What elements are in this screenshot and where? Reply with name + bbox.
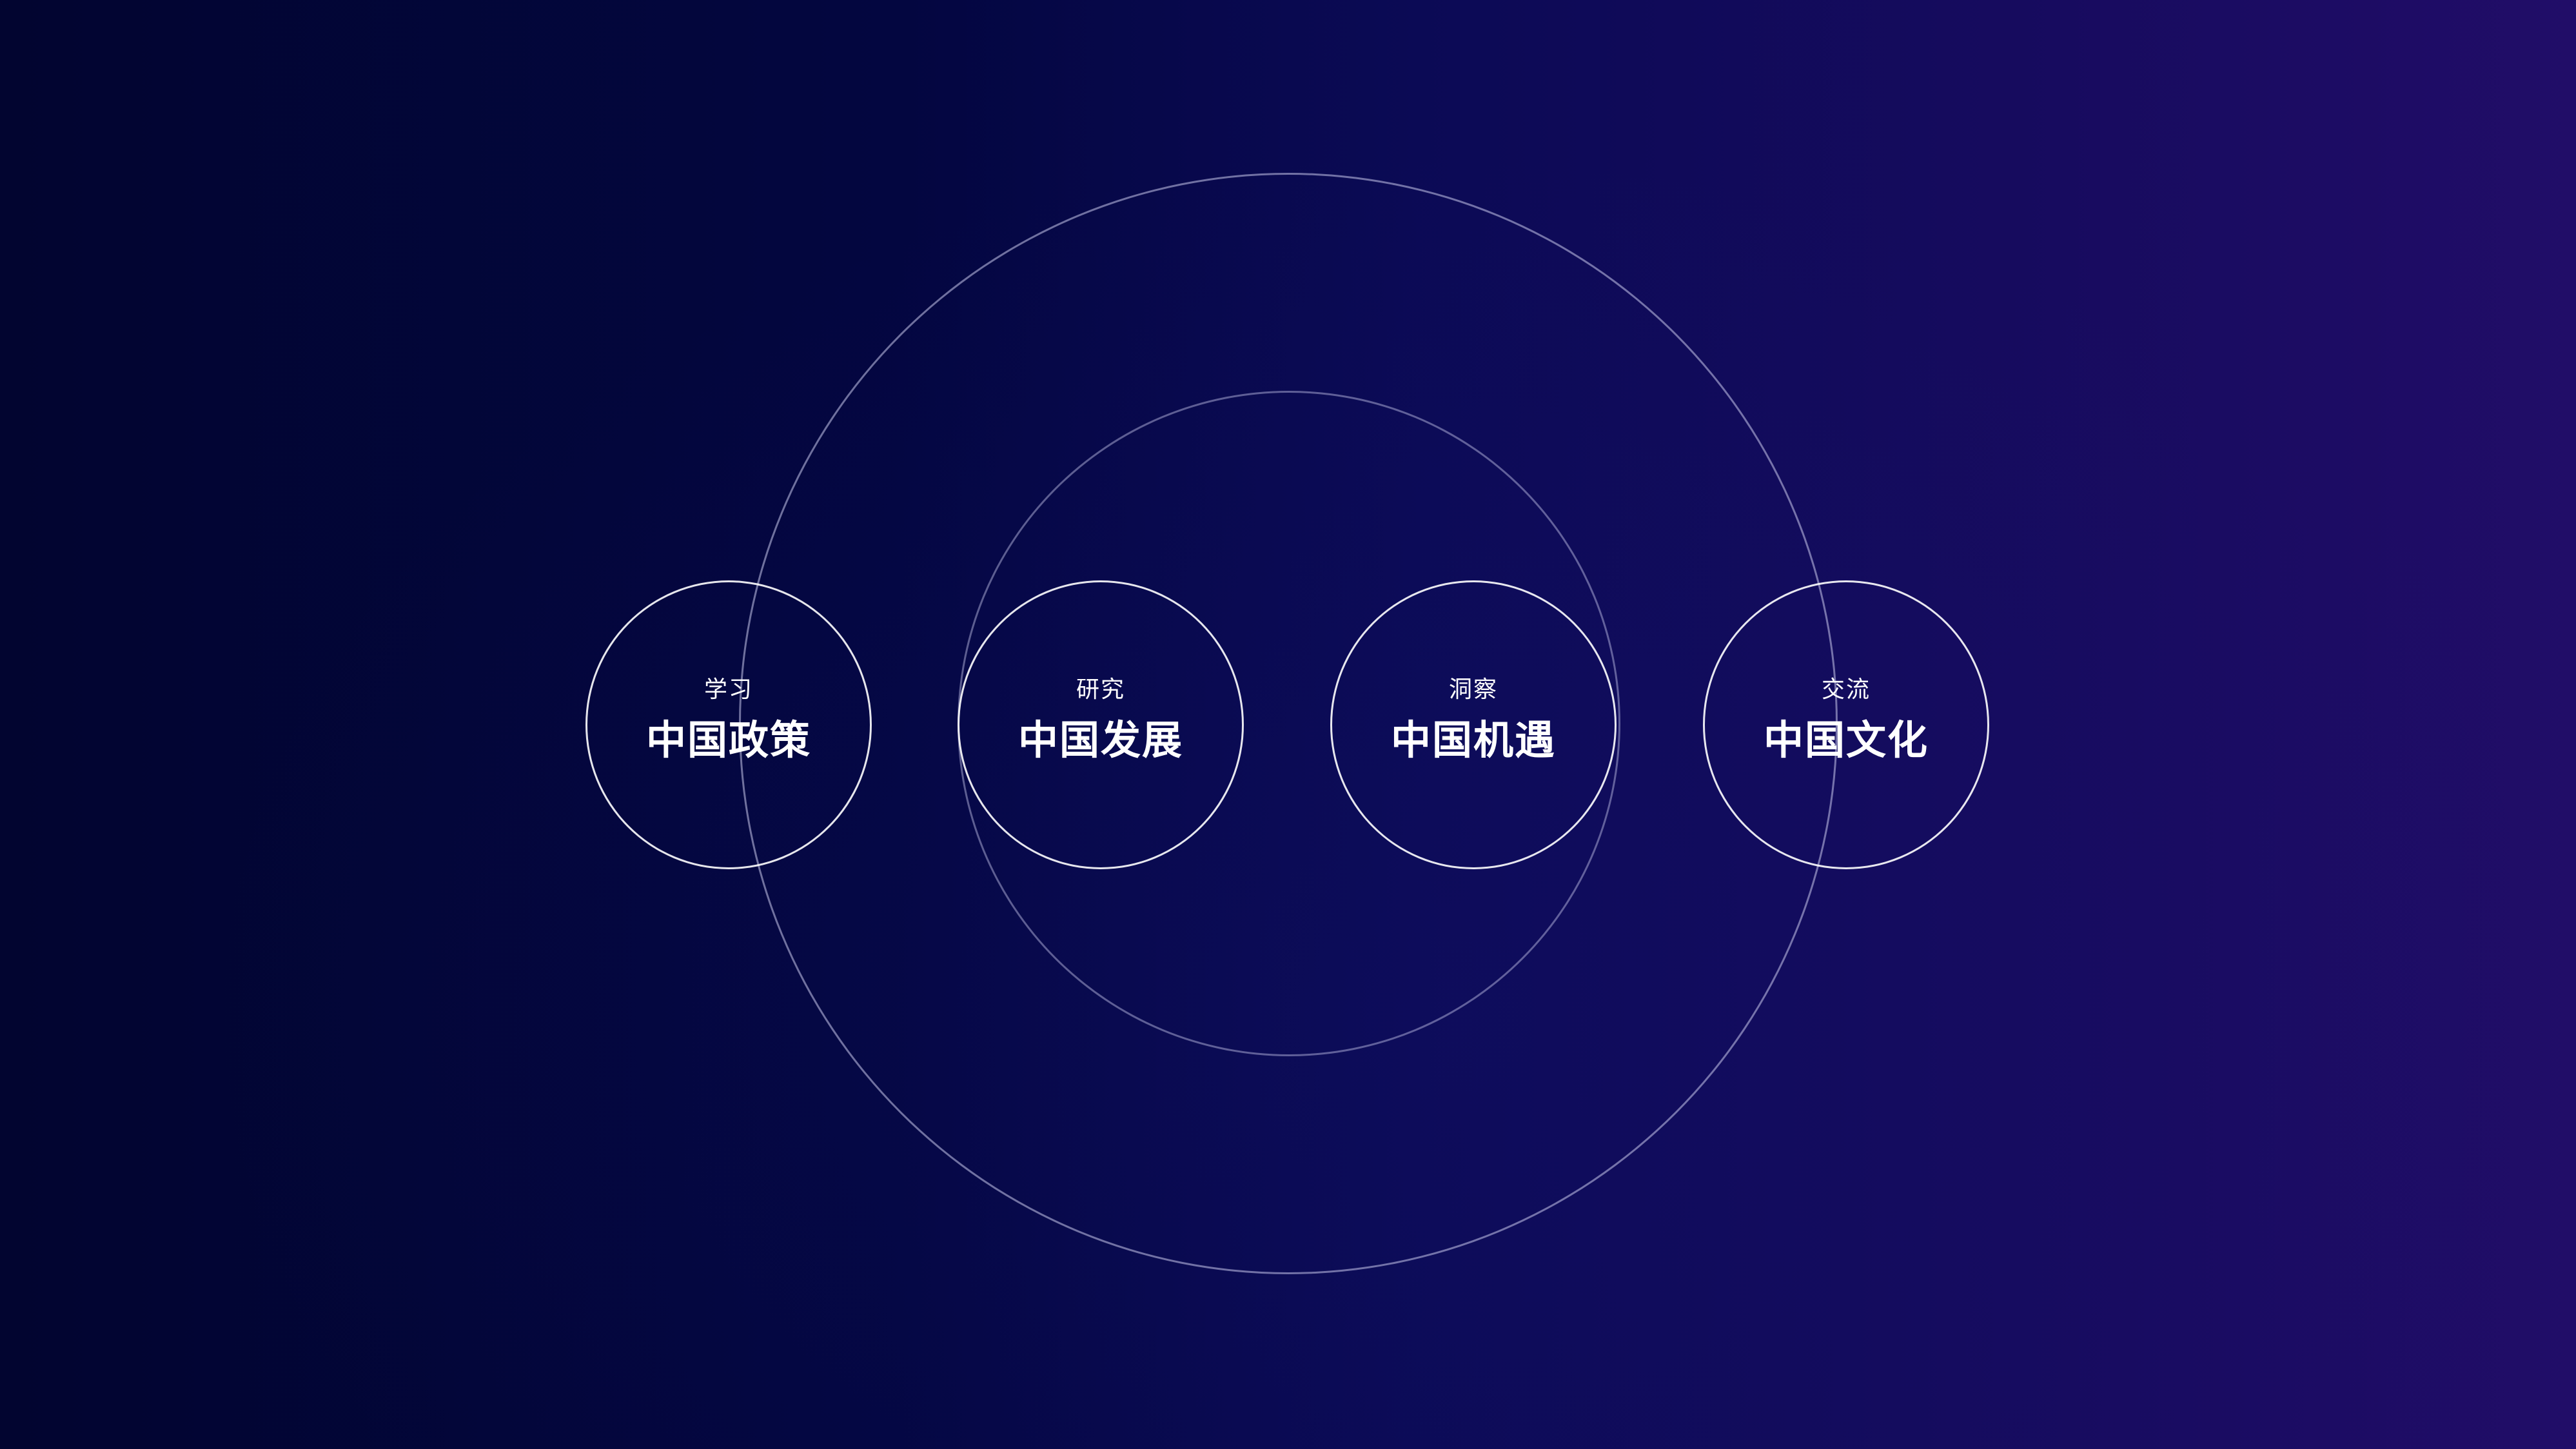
node-china-opportunity: 洞察 中国机遇 (1330, 580, 1617, 869)
node-china-development: 研究 中国发展 (958, 580, 1244, 869)
node-subtitle: 洞察 (1448, 676, 1498, 703)
node-china-culture: 交流 中国文化 (1703, 580, 1989, 869)
node-subtitle: 交流 (1821, 676, 1871, 703)
node-subtitle: 研究 (1076, 676, 1125, 703)
node-title: 中国文化 (1763, 716, 1929, 764)
node-title: 中国机遇 (1390, 716, 1556, 764)
node-china-policy: 学习 中国政策 (585, 580, 872, 869)
node-title: 中国政策 (645, 716, 811, 764)
node-title: 中国发展 (1018, 716, 1183, 764)
node-subtitle: 学习 (703, 676, 753, 703)
